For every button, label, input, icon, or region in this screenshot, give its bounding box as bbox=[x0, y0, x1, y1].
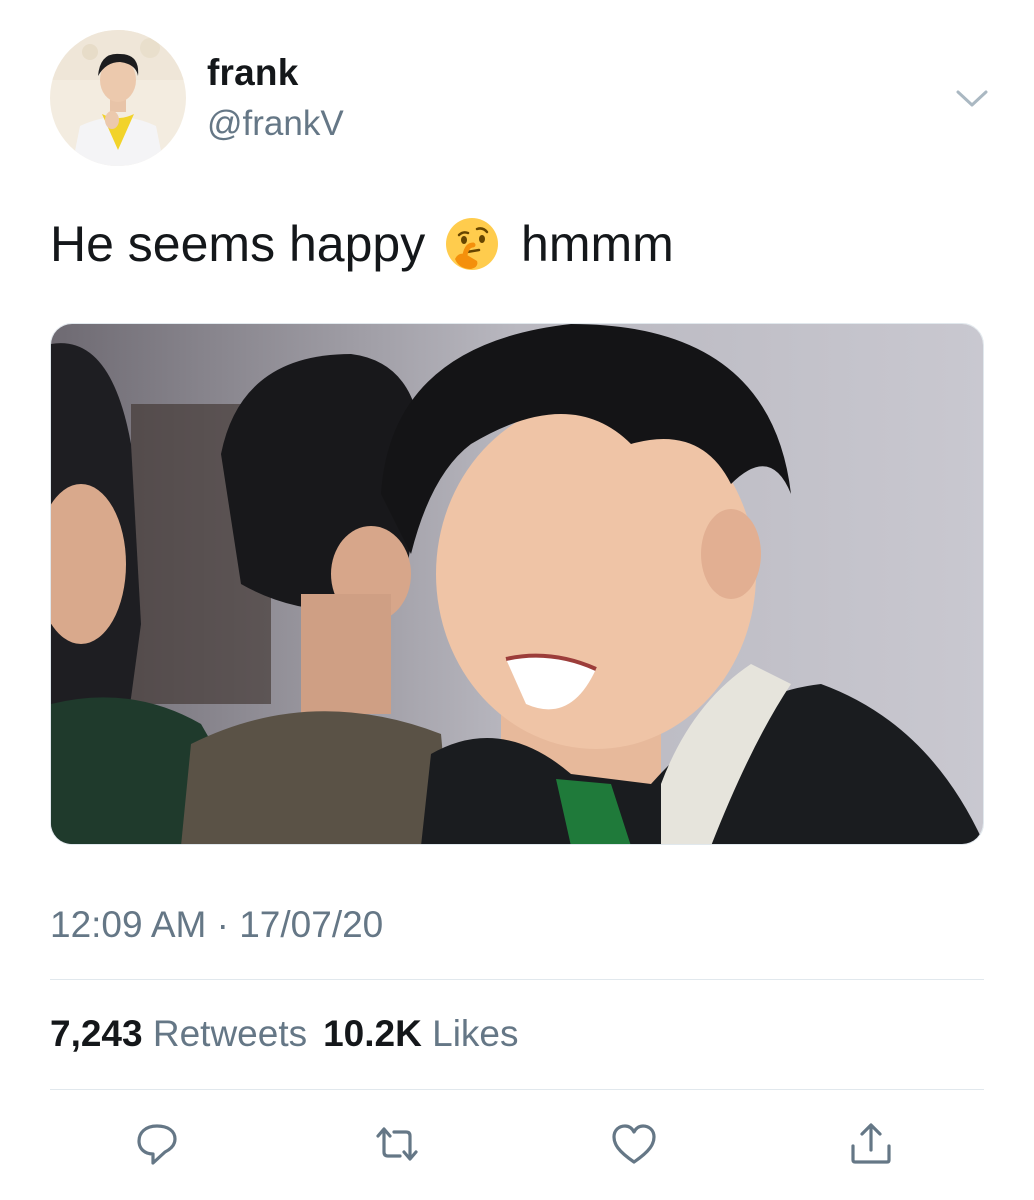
divider bbox=[50, 1089, 984, 1090]
reply-icon[interactable] bbox=[131, 1118, 183, 1170]
tweet-date: 17/07/20 bbox=[239, 904, 384, 945]
retweets-stat[interactable]: 7,243 Retweets bbox=[50, 1013, 307, 1054]
share-icon[interactable] bbox=[845, 1118, 897, 1170]
thinking-face-emoji-icon bbox=[443, 215, 501, 273]
likes-stat[interactable]: 10.2K Likes bbox=[323, 1013, 518, 1054]
author-handle[interactable]: @frankV bbox=[207, 104, 344, 144]
tweet-time: 12:09 AM bbox=[50, 904, 207, 945]
tweet-text-before: He seems happy bbox=[50, 216, 426, 272]
tweet-timestamp[interactable]: 12:09 AM · 17/07/20 bbox=[50, 904, 383, 946]
tweet-media-image[interactable] bbox=[50, 323, 984, 845]
like-icon[interactable] bbox=[608, 1118, 660, 1170]
chevron-down-icon[interactable] bbox=[952, 84, 992, 112]
retweet-label: Retweets bbox=[152, 1013, 308, 1054]
author-name[interactable]: frank bbox=[207, 52, 298, 94]
retweet-icon[interactable] bbox=[371, 1118, 423, 1170]
like-label: Likes bbox=[432, 1013, 519, 1054]
like-count: 10.2K bbox=[323, 1013, 422, 1054]
tweet-text: He seems happy hmmm bbox=[50, 212, 674, 277]
tweet-text-after: hmmm bbox=[521, 216, 674, 272]
divider bbox=[50, 979, 984, 980]
avatar[interactable] bbox=[50, 30, 186, 166]
retweet-count: 7,243 bbox=[50, 1013, 143, 1054]
tweet-stats: 7,243 Retweets 10.2K Likes bbox=[50, 1013, 519, 1055]
timestamp-separator: · bbox=[216, 904, 229, 945]
